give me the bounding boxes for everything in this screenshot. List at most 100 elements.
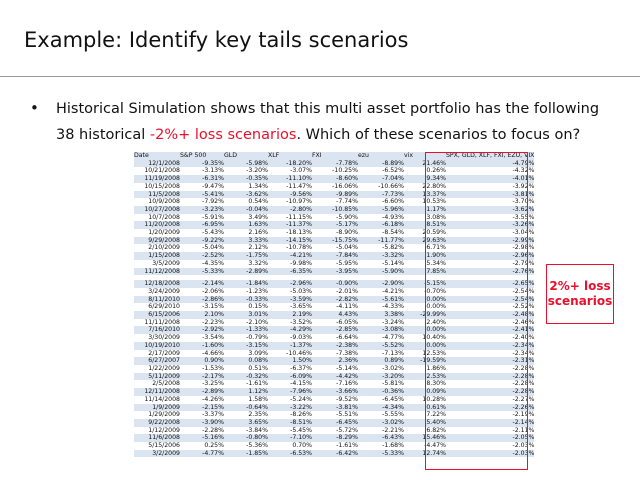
- portfolio-column-highlight: [425, 152, 528, 470]
- table-cell-value: -5.61%: [358, 295, 404, 304]
- table-cell-value: -11.47%: [286, 182, 312, 190]
- table-cell-value: 2.19%: [268, 311, 312, 319]
- table-cell-value: -2.80%: [268, 205, 312, 214]
- table-cell-value: -7.16%: [336, 380, 358, 388]
- table-cell-value: -5.55%: [382, 411, 404, 419]
- table-cell-date: 1/9/2009: [134, 403, 180, 412]
- table-cell-value: -9.56%: [268, 190, 312, 199]
- table-cell-value: -10.25%: [332, 167, 358, 175]
- table-cell-value: -3.15%: [202, 303, 224, 311]
- table-cell-value: -10.97%: [286, 198, 312, 206]
- table-cell-value: -0.36%: [358, 388, 404, 396]
- table-cell-date: 3/30/2009: [148, 334, 180, 342]
- table-cell-value: -3.13%: [202, 167, 224, 175]
- table-cell-value: -3.25%: [202, 380, 224, 388]
- table-cell-value: -3.84%: [246, 426, 268, 434]
- table-cell-value: 0.89%: [358, 357, 404, 365]
- table-cell-value: -11.10%: [268, 175, 312, 183]
- table-cell-value: -7.38%: [336, 349, 358, 357]
- table-cell-value: -7.96%: [268, 388, 312, 396]
- table-cell-value: -10.66%: [378, 182, 404, 190]
- table-cell-value: 1.12%: [224, 388, 268, 396]
- header-date: Date: [134, 152, 180, 160]
- table-cell-date: 6/27/2007: [134, 357, 180, 365]
- table-cell-value: -0.33%: [224, 295, 268, 304]
- table-cell-date: 9/29/2008: [134, 236, 180, 245]
- table-cell-value: -6.35%: [268, 267, 312, 276]
- table-cell-value: -4.77%: [180, 449, 224, 458]
- table-cell-value: -7.78%: [312, 159, 358, 168]
- table-cell-value: -2.01%: [336, 287, 358, 295]
- table-cell-value: -3.07%: [290, 167, 312, 175]
- header-fxi: FXI: [312, 152, 358, 160]
- table-cell-date: 3/24/2009: [148, 287, 180, 295]
- table-cell-value: -8.89%: [358, 159, 404, 168]
- table-cell-value: -5.36%: [246, 442, 268, 450]
- table-cell-value: -5.95%: [336, 259, 358, 267]
- table-cell-value: -5.03%: [290, 287, 312, 295]
- table-cell-value: -0.90%: [312, 280, 358, 288]
- table-cell-value: 2.16%: [248, 229, 268, 237]
- table-cell-value: -0.04%: [224, 205, 268, 214]
- table-cell-value: -1.85%: [224, 449, 268, 458]
- table-cell-value: -8.90%: [336, 229, 358, 237]
- table-cell-value: -3.15%: [224, 341, 268, 350]
- bullet-text: Historical Simulation shows that this mu…: [56, 96, 616, 148]
- table-cell-value: -14.15%: [268, 236, 312, 245]
- table-cell-value: -3.02%: [382, 364, 404, 372]
- table-cell-date: 1/12/2009: [148, 426, 180, 434]
- header-gld: GLD: [224, 152, 268, 160]
- table-cell-value: -2.52%: [180, 252, 224, 260]
- table-cell-value: 1.63%: [224, 221, 268, 230]
- table-cell-value: -4.21%: [382, 287, 404, 295]
- table-cell-value: -11.77%: [358, 236, 404, 245]
- table-cell-date: 5/15/2006: [148, 442, 180, 450]
- table-cell-value: -5.90%: [336, 213, 358, 221]
- table-cell-value: 0.54%: [248, 198, 268, 206]
- table-cell-value: -3.22%: [268, 403, 312, 412]
- table-cell-value: -3.90%: [180, 418, 224, 427]
- table-cell-value: -11.37%: [268, 221, 312, 230]
- table-cell-value: -18.20%: [268, 159, 312, 168]
- table-cell-value: -2.38%: [312, 341, 358, 350]
- table-cell-value: -3.81%: [312, 403, 358, 412]
- table-cell-value: -6.64%: [336, 334, 358, 342]
- table-cell-value: -3.59%: [268, 295, 312, 304]
- table-cell-value: -3.32%: [358, 252, 404, 260]
- table-cell-value: 1.58%: [248, 395, 268, 403]
- table-cell-value: -2.23%: [202, 318, 224, 326]
- table-cell-date: 1/20/2009: [148, 229, 180, 237]
- bullet-text-highlight: -2%+ loss scenarios: [149, 127, 297, 143]
- table-cell-date: 12/18/2008: [134, 280, 180, 288]
- table-cell-value: -2.17%: [180, 372, 224, 381]
- table-cell-value: -5.52%: [358, 341, 404, 350]
- table-cell-value: -11.15%: [286, 213, 312, 221]
- table-cell-value: -8.26%: [290, 411, 312, 419]
- table-cell-value: -6.60%: [382, 198, 404, 206]
- table-cell-value: -2.06%: [202, 287, 224, 295]
- table-cell-value: -2.21%: [382, 426, 404, 434]
- table-cell-value: -3.65%: [290, 303, 312, 311]
- table-cell-value: -5.14%: [382, 259, 404, 267]
- table-cell-value: -5.17%: [312, 221, 358, 230]
- table-cell-value: -6.52%: [382, 167, 404, 175]
- table-cell-date: 6/29/2010: [148, 303, 180, 311]
- table-cell-value: -8.29%: [312, 434, 358, 443]
- table-cell-value: -3.62%: [224, 190, 268, 199]
- table-cell-date: 11/6/2008: [134, 434, 180, 443]
- table-cell-date: 12/1/2008: [134, 159, 180, 168]
- table-cell-value: 0.08%: [224, 357, 268, 365]
- table-cell-date: 11/20/2008: [134, 221, 180, 230]
- table-cell-value: -2.15%: [180, 403, 224, 412]
- table-cell-value: -5.45%: [290, 426, 312, 434]
- table-cell-date: 2/10/2009: [148, 244, 180, 252]
- table-cell-value: -4.66%: [202, 349, 224, 357]
- table-cell-value: 2.12%: [248, 244, 268, 252]
- table-cell-value: -7.84%: [312, 252, 358, 260]
- table-cell-value: -2.86%: [180, 295, 224, 304]
- table-cell-value: -4.26%: [202, 395, 224, 403]
- table-cell-value: -3.37%: [202, 411, 224, 419]
- table-cell-value: -0.80%: [224, 434, 268, 443]
- table-cell-value: -5.98%: [224, 159, 268, 168]
- table-cell-value: -10.85%: [312, 205, 358, 214]
